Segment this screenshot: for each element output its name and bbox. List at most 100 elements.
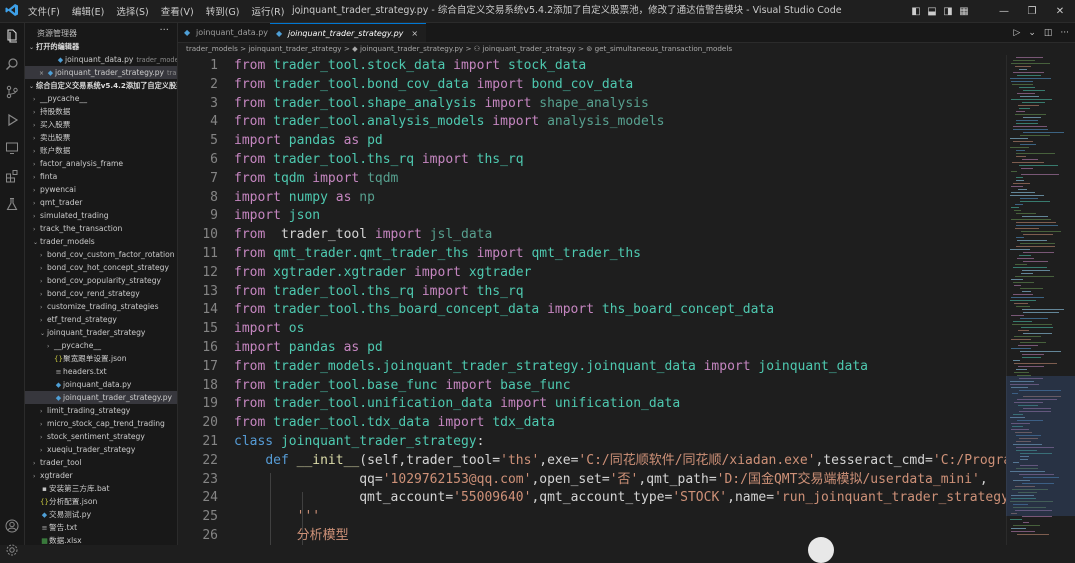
editor-tab[interactable]: ◆ joinquant_data.py [178,23,276,42]
close-tab-icon[interactable]: × [411,29,418,38]
testing-icon[interactable] [5,197,19,211]
menu-item[interactable]: 选择(S) [116,4,148,18]
file-item[interactable]: {}分析配置.json [25,495,177,508]
explorer-icon[interactable] [5,29,19,43]
code-line[interactable]: 2 from trader_tool.bond_cov_data import b… [178,75,1006,94]
code-line[interactable]: 10 from trader_tool import jsl_data [178,225,1006,244]
folder-item[interactable]: › micro_stock_cap_trend_trading [25,417,177,430]
folder-item[interactable]: › 账户数据 [25,144,177,157]
code-line[interactable]: 7 from tqdm import tqdm [178,169,1006,188]
code-line[interactable]: 16 import pandas as pd [178,338,1006,357]
code-line[interactable]: 25 ''' [178,507,1006,526]
open-editors-section[interactable]: ⌄ 打开的编辑器 [25,40,177,53]
run-dropdown-icon[interactable]: ⌄ [1028,28,1036,38]
folder-item[interactable]: › track_the_transaction [25,222,177,235]
code-line[interactable]: 18 from trader_tool.base_func import base… [178,376,1006,395]
customize-layout-icon[interactable]: ▦ [956,6,972,17]
folder-item[interactable]: › bond_cov_popularity_strategy [25,274,177,287]
folder-item[interactable]: › stock_sentiment_strategy [25,430,177,443]
restore-button[interactable]: ❐ [1018,6,1046,17]
editor-more-icon[interactable]: ··· [1060,28,1069,38]
folder-item[interactable]: › bond_cov_rend_strategy [25,287,177,300]
code-line[interactable]: 13 from trader_tool.ths_rq import ths_rq [178,282,1006,301]
code-line[interactable]: 8 import numpy as np [178,188,1006,207]
folder-item[interactable]: › xgtrader [25,469,177,482]
code-line[interactable]: 26 分析模型 [178,526,1006,545]
breadcrumb-item[interactable]: joinquant_trader_strategy [483,44,576,53]
breadcrumb-item[interactable]: joinquant_trader_strategy [248,44,341,53]
code-line[interactable]: 6 from trader_tool.ths_rq import ths_rq [178,150,1006,169]
folder-item[interactable]: › 买入股票 [25,118,177,131]
folder-item[interactable]: › customize_trading_strategies [25,300,177,313]
menu-item[interactable]: 编辑(E) [72,4,104,18]
search-icon[interactable] [5,57,19,71]
folder-item[interactable]: › simulated_trading [25,209,177,222]
folder-item[interactable]: › 卖出股票 [25,131,177,144]
menu-item[interactable]: 查看(V) [161,4,194,18]
menu-item[interactable]: 转到(G) [206,4,240,18]
remote-explorer-icon[interactable] [5,141,19,155]
toggle-secondary-sidebar-icon[interactable]: ◨ [940,6,956,17]
open-editor-item[interactable]: ◆joinquant_data.pytrader_model... [25,53,177,66]
file-item[interactable]: ◆ joinquant_data.py [25,378,177,391]
editor-tab[interactable]: ◆ joinquant_trader_strategy.py × [270,23,427,42]
file-item[interactable]: ≡ 警告.txt [25,521,177,534]
extensions-icon[interactable] [5,169,19,183]
folder-item[interactable]: › trader_tool [25,456,177,469]
toggle-panel-icon[interactable]: ⬓ [924,6,940,17]
folder-item[interactable]: › __pycache__ [25,92,177,105]
code-line[interactable]: 11 from qmt_trader.qmt_trader_ths import … [178,244,1006,263]
account-icon[interactable] [5,519,19,533]
source-control-icon[interactable] [5,85,19,99]
breadcrumb-item[interactable]: joinquant_trader_strategy.py [360,44,463,53]
code-line[interactable]: 21 class joinquant_trader_strategy: [178,432,1006,451]
folder-item[interactable]: › 持股数据 [25,105,177,118]
file-item[interactable]: ◆ joinquant_trader_strategy.py [25,391,177,404]
folder-item[interactable]: › qmt_trader [25,196,177,209]
folder-item[interactable]: › factor_analysis_frame [25,157,177,170]
folder-item[interactable]: › pywencai [25,183,177,196]
minimize-button[interactable]: — [990,6,1018,17]
code-line[interactable]: 15 import os [178,319,1006,338]
folder-item[interactable]: ⌄ trader_models [25,235,177,248]
manage-gear-icon[interactable] [5,543,19,557]
code-line[interactable]: 24 qmt_account='55009640',qmt_account_ty… [178,488,1006,507]
toggle-primary-sidebar-icon[interactable]: ◧ [908,6,924,17]
menu-item[interactable]: 文件(F) [28,4,60,18]
workspace-section[interactable]: ⌄ 综合自定义交易系统v5.4.2添加了自定义股票... [25,79,177,92]
code-line[interactable]: 23 qq='1029762153@qq.com',open_set='否',q… [178,470,1006,489]
code-line[interactable]: 5 import pandas as pd [178,131,1006,150]
more-actions-icon[interactable]: ··· [159,25,169,36]
breadcrumb-item[interactable]: get_simultaneous_transaction_models [595,44,733,53]
run-debug-icon[interactable] [5,113,19,127]
folder-item[interactable]: ⌄ joinquant_trader_strategy [25,326,177,339]
code-line[interactable]: 22 def __init__(self,trader_tool='ths',e… [178,451,1006,470]
folder-item[interactable]: › bond_cov_hot_concept_strategy [25,261,177,274]
open-editor-item[interactable]: ×◆joinquant_trader_strategy.pytra... [25,66,177,79]
minimap-slider[interactable] [1006,376,1075,516]
code-line[interactable]: 20 from trader_tool.tdx_data import tdx_d… [178,413,1006,432]
code-line[interactable]: 17 from trader_models.joinquant_trader_st… [178,357,1006,376]
breadcrumb-item[interactable]: trader_models [186,44,238,53]
code-line[interactable]: 19 from trader_tool.unification_data impo… [178,394,1006,413]
code-line[interactable]: 9 import json [178,206,1006,225]
menu-item[interactable]: 运行(R) [251,4,284,18]
folder-item[interactable]: › bond_cov_custom_factor_rotation [25,248,177,261]
close-window-button[interactable]: ✕ [1046,6,1074,17]
folder-item[interactable]: › etf_trend_strategy [25,313,177,326]
file-item[interactable]: {}聚宽跟单设置.json [25,352,177,365]
file-item[interactable]: ▪ 安装第三方库.bat [25,482,177,495]
run-file-icon[interactable]: ▷ [1013,28,1020,38]
folder-item[interactable]: › __pycache__ [25,339,177,352]
split-editor-icon[interactable]: ◫ [1044,28,1053,38]
code-line[interactable]: 14 from trader_tool.ths_board_concept_dat… [178,300,1006,319]
code-line[interactable]: 12 from xgtrader.xgtrader import xgtrader [178,263,1006,282]
file-item[interactable]: ▦数据.xlsx [25,534,177,545]
code-line[interactable]: 4 from trader_tool.analysis_models import… [178,112,1006,131]
folder-item[interactable]: › xueqiu_trader_strategy [25,443,177,456]
folder-item[interactable]: › limit_trading_strategy [25,404,177,417]
file-item[interactable]: ◆ 交易测试.py [25,508,177,521]
file-item[interactable]: ≡ headers.txt [25,365,177,378]
folder-item[interactable]: › finta [25,170,177,183]
code-editor[interactable]: 1 from trader_tool.stock_data import stoc… [178,55,1006,545]
